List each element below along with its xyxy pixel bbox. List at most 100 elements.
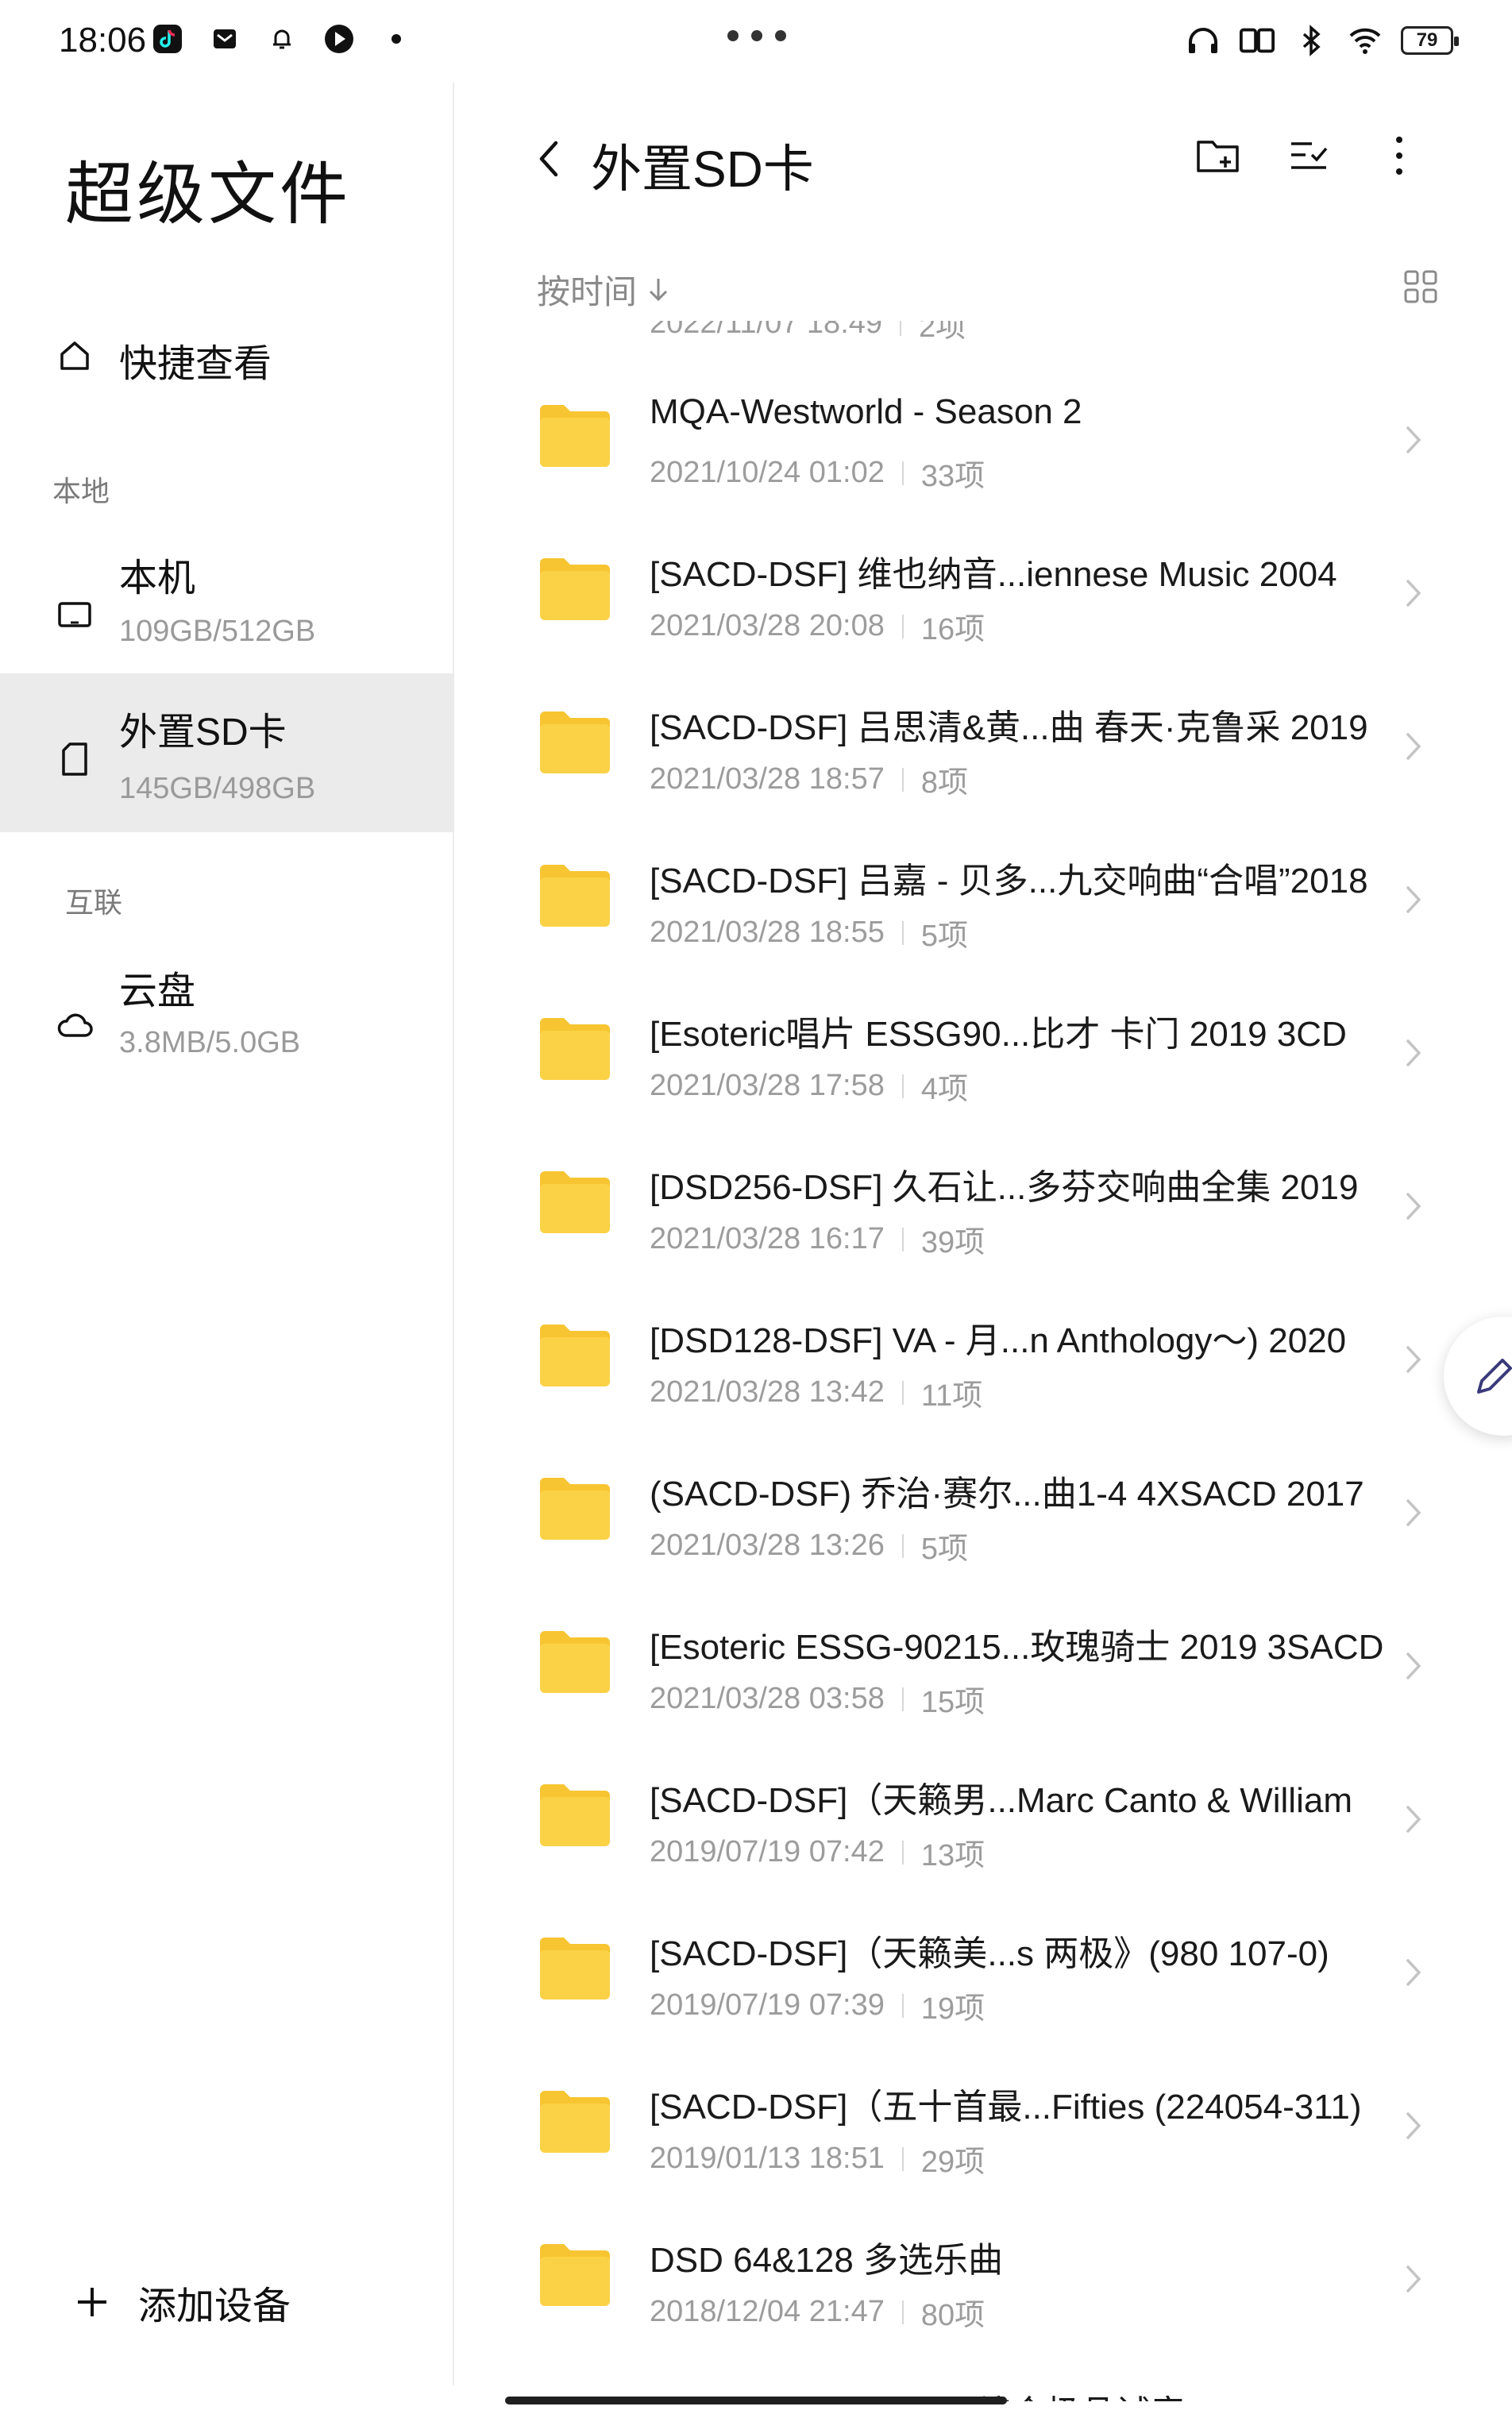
folder-name: [SACD-DSF]（天籁美...s 两极》(980 107-0) (650, 1934, 1329, 1973)
storage-usage: 109GB/512GB (119, 615, 316, 648)
chevron-right-icon (1398, 2260, 1429, 2298)
folder-meta: 2021/03/28 16:17 39项 (650, 1217, 985, 1261)
multi-select-icon (1291, 142, 1328, 169)
sidebar: 超级文件 快捷查看 本地 本机 109GB/512GB 外置SD卡 145GB/… (0, 83, 454, 2385)
more-button[interactable] (1375, 132, 1423, 179)
battery-icon: 79 (1401, 26, 1459, 55)
mail-icon (206, 21, 243, 57)
folder-icon (540, 1325, 610, 1386)
storage-usage: 3.8MB/5.0GB (119, 1026, 301, 1059)
folder-meta: 2021/03/28 20:08 16项 (650, 604, 985, 648)
list-item[interactable]: [SACD-DSF]（天籁美...s 两极》(980 107-0) 2019/07… (456, 1898, 1512, 2047)
folder-count: 8项 (920, 766, 968, 800)
folder-meta: 2021/03/28 13:42 11项 (650, 1371, 982, 1414)
home-icon (52, 334, 97, 378)
list-item[interactable]: [Esoteric ESSG-90215...玫瑰骑士 2019 3SACD 20… (456, 1591, 1512, 1741)
sidebar-item-label: 快捷查看 (119, 343, 272, 385)
section-label-local: 本地 (52, 475, 110, 507)
list-item-partial[interactable]: 2022/11/07 18:49 2项 (456, 321, 1512, 365)
header: 外置SD卡 (456, 83, 1512, 241)
folder-name: [SACD-DSF]（五十首最...Fifties (224054-311) (650, 2088, 1362, 2127)
meta-separator (901, 461, 904, 485)
folder-icon (540, 1631, 610, 1693)
folder-date: 2018/12/04 21:47 (650, 2295, 885, 2328)
app-title: 超级文件 (65, 156, 351, 233)
folder-meta: 2022/11/07 18:49 2项 (650, 321, 966, 345)
folder-name: [Esoteric唱片 ESSG90...比才 卡门 2019 3CD (650, 1015, 1347, 1054)
folder-meta: 2021/03/28 03:58 15项 (650, 1677, 985, 1721)
folder-date: 2019/07/19 07:42 (650, 1835, 885, 1868)
chevron-right-icon (1398, 881, 1429, 919)
folder-count: 19项 (920, 1992, 986, 2026)
folder-date: 2021/03/28 18:57 (650, 762, 885, 796)
list-item[interactable]: [SACD-DSF] 吕思清&黄...曲 春天·克鲁采 2019 2021/03/… (456, 672, 1512, 821)
folder-meta: 2021/03/28 17:58 4项 (650, 1064, 968, 1108)
sidebar-item-label: 外置SD卡 (119, 711, 287, 754)
list-item[interactable]: MQA-Westworld - Season 2 2021/10/24 01:02… (456, 365, 1512, 515)
chevron-right-icon (1398, 1647, 1429, 1685)
new-folder-button[interactable] (1194, 132, 1242, 179)
meta-separator (901, 1380, 904, 1405)
chevron-right-icon (1398, 1494, 1429, 1532)
pencil-icon (1477, 1359, 1512, 1394)
sort-button[interactable]: 按时间 (537, 265, 670, 314)
folder-count: 5项 (920, 920, 968, 953)
plus-icon (78, 2288, 106, 2316)
meta-separator (901, 1840, 904, 1864)
chevron-left-icon (539, 141, 558, 177)
list-item[interactable]: [SACD-DSF]（天籁男...Marc Canto & William 201… (456, 1745, 1512, 1894)
folder-name: [SACD-DSF] 维也纳音...iennese Music 2004 (650, 555, 1337, 594)
folder-date: 2019/07/19 07:39 (650, 1988, 885, 2022)
meta-separator (901, 1687, 904, 1711)
folder-list[interactable]: 2022/11/07 18:49 2项 MQA-Westworld - Seaso… (456, 321, 1512, 2401)
folder-date: 2021/03/28 20:08 (650, 609, 885, 642)
list-item[interactable]: [DSD128-DSF] VA - 月...n Anthology～) 2020… (456, 1285, 1512, 1434)
multi-select-button[interactable] (1285, 132, 1333, 179)
status-bar: 18:06 79 (0, 0, 1512, 83)
chevron-right-icon (1398, 2107, 1429, 2145)
folder-meta: 2021/10/24 01:02 33项 (650, 451, 985, 495)
folder-meta: 2019/07/19 07:39 19项 (650, 1984, 985, 2027)
tiktok-icon (149, 21, 186, 57)
folder-date: 2021/03/28 03:58 (650, 1682, 885, 1715)
meta-separator (901, 2300, 904, 2324)
chevron-right-icon (1398, 1953, 1429, 1992)
folder-name: MQA-Westworld - Season 2 (650, 392, 1082, 431)
list-item[interactable]: Best Collection No.1 综合极品试音 (456, 2358, 1512, 2401)
folder-icon (540, 865, 610, 927)
window-handle[interactable] (727, 30, 786, 41)
folder-icon (540, 2091, 610, 2153)
list-item[interactable]: [Esoteric唱片 ESSG90...比才 卡门 2019 3CD 2021/… (456, 978, 1512, 1128)
folder-count: 11项 (920, 1379, 983, 1413)
list-item[interactable]: [SACD-DSF] 吕嘉 - 贝多...九交响曲“合唱”2018 2021/03… (456, 825, 1512, 974)
folder-meta: 2021/03/28 18:57 8项 (650, 758, 968, 801)
list-item[interactable]: [SACD-DSF] 维也纳音...iennese Music 2004 2021… (456, 519, 1512, 668)
folder-count: 4项 (920, 1073, 968, 1106)
folder-name: DSD 64&128 多选乐曲 (650, 2241, 1004, 2280)
tablet-icon (52, 592, 97, 637)
home-indicator[interactable] (505, 2397, 1007, 2404)
folder-meta: 2019/01/13 18:51 29项 (650, 2137, 985, 2181)
sidebar-item-quick-view[interactable]: 快捷查看 (0, 308, 454, 403)
sort-label: 按时间 (537, 273, 638, 310)
section-label-connect: 互联 (65, 886, 123, 919)
folder-date: 2021/10/24 01:02 (650, 456, 885, 489)
list-item[interactable]: DSD 64&128 多选乐曲 2018/12/04 21:47 80项 (456, 2204, 1512, 2354)
back-button[interactable] (524, 133, 575, 184)
folder-meta: 2018/12/04 21:47 80项 (650, 2290, 985, 2334)
sidebar-item-label: 本机 (119, 557, 196, 600)
sidebar-item-sdcard[interactable]: 外置SD卡 145GB/498GB (0, 673, 454, 832)
grid-view-button[interactable] (1399, 265, 1442, 308)
sidebar-item-device[interactable]: 本机 109GB/512GB (0, 532, 454, 688)
list-item[interactable]: [SACD-DSF]（五十首最...Fifties (224054-311) 20… (456, 2051, 1512, 2200)
cloud-icon (52, 1002, 97, 1047)
add-device-button[interactable]: 添加设备 (73, 2274, 291, 2330)
list-item[interactable]: [DSD256-DSF] 久石让...多芬交响曲全集 2019 2021/03/2… (456, 1132, 1512, 1281)
main-panel: 外置SD卡 按时间 2022/11/07 18:49 2项 MQA-Westwo… (456, 83, 1512, 2414)
new-folder-icon (1197, 141, 1239, 172)
folder-name: [DSD128-DSF] VA - 月...n Anthology～) 2020 (650, 1321, 1347, 1360)
header-actions (1194, 132, 1423, 179)
play-icon (321, 21, 357, 57)
list-item[interactable]: (SACD-DSF) 乔治·赛尔...曲1-4 4XSACD 2017 2021/… (456, 1438, 1512, 1587)
sidebar-item-cloud[interactable]: 云盘 3.8MB/5.0GB (0, 945, 454, 1101)
